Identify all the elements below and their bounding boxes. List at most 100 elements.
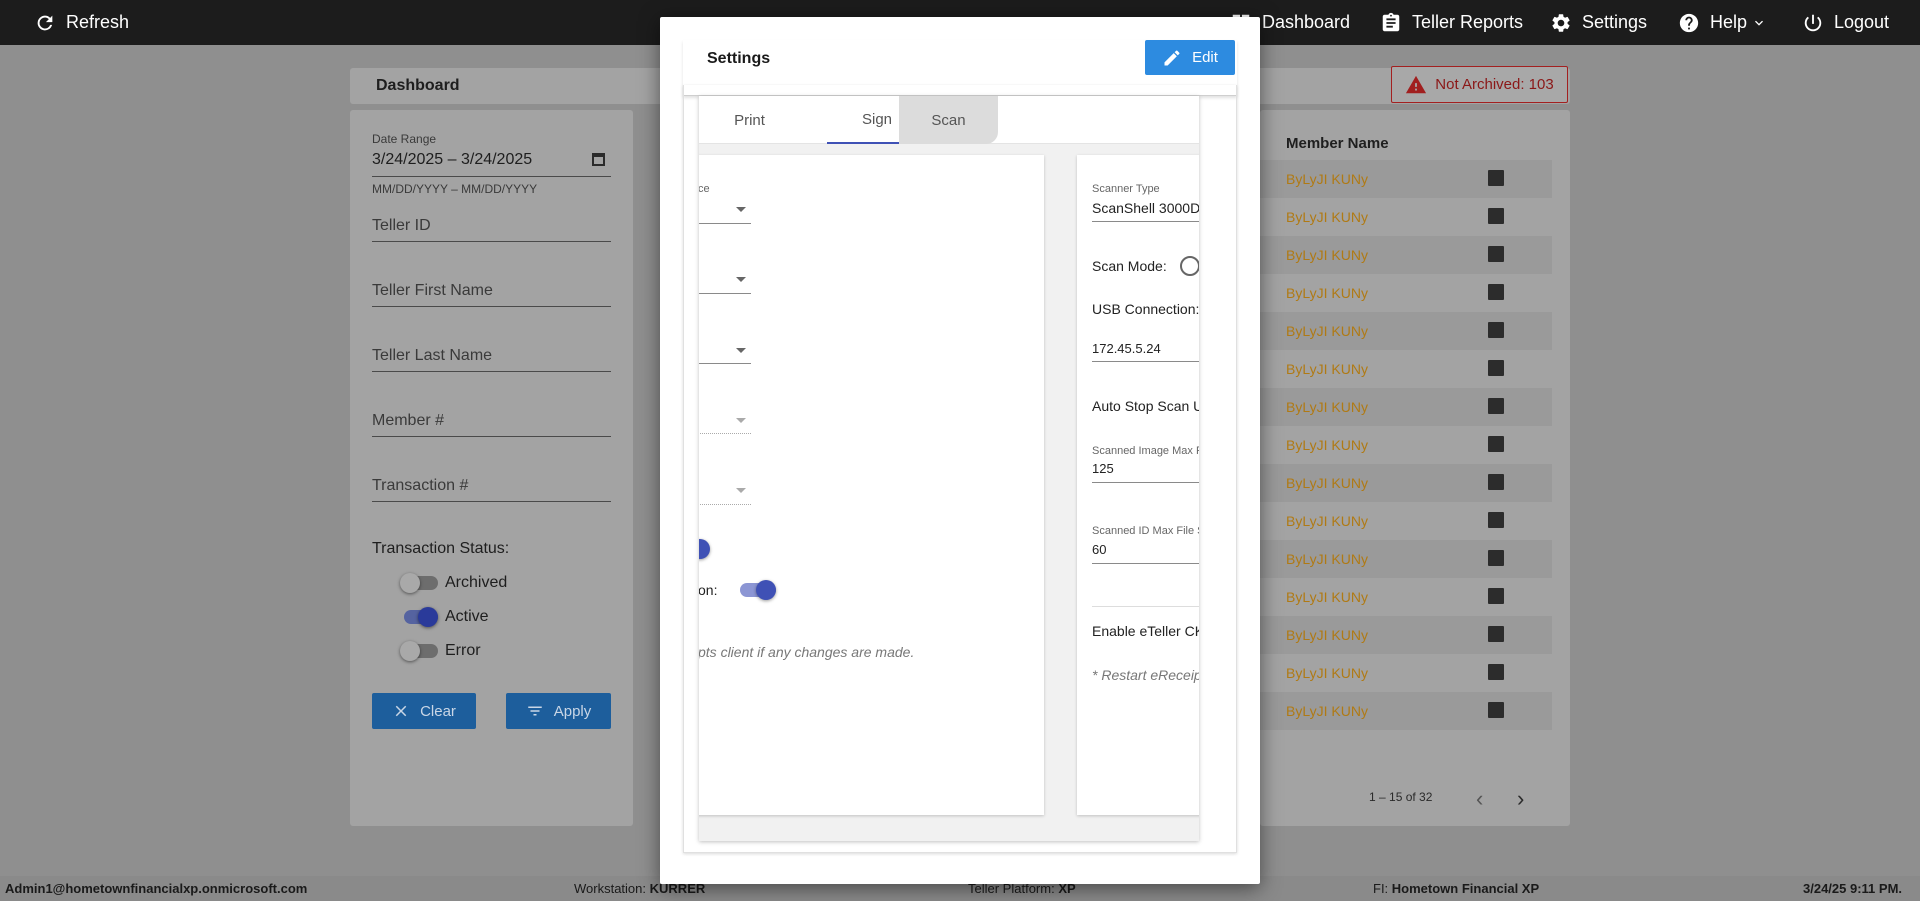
warning-icon (1406, 75, 1427, 93)
transaction-number-field[interactable]: Transaction # (372, 477, 468, 495)
sign-select-4-dropdown[interactable] (736, 418, 746, 423)
member-number-field[interactable]: Member # (372, 412, 444, 430)
table-row[interactable]: ByLyJI KUNy (1260, 578, 1552, 616)
note-icon[interactable] (1488, 246, 1504, 262)
archived-toggle-knob[interactable] (400, 573, 420, 593)
sign-toggle-2-knob[interactable] (756, 580, 776, 600)
member-name-cell[interactable]: ByLyJI KUNy (1286, 513, 1368, 529)
table-row[interactable]: ByLyJI KUNy (1260, 426, 1552, 464)
scan-mode-radio[interactable] (1180, 256, 1199, 276)
tab-scan[interactable]: Scan (899, 96, 998, 144)
not-archived-badge[interactable]: Not Archived: 103 (1391, 66, 1568, 103)
note-icon[interactable] (1488, 322, 1504, 338)
ip-address-input[interactable]: 172.45.5.24 (1092, 341, 1161, 356)
filter-icon (527, 706, 542, 716)
note-icon[interactable] (1488, 474, 1504, 490)
scan-settings-panel: Scanner Type ScanShell 3000D Scan Mode: … (1077, 155, 1199, 815)
datetime: 3/24/25 9:11 PM. (1803, 881, 1903, 896)
apply-button[interactable]: Apply (506, 693, 611, 729)
member-name-cell[interactable]: ByLyJI KUNy (1286, 551, 1368, 567)
table-row[interactable]: ByLyJI KUNy (1260, 464, 1552, 502)
note-icon[interactable] (1488, 284, 1504, 300)
member-name-header[interactable]: Member Name (1286, 135, 1389, 152)
note-icon[interactable] (1488, 398, 1504, 414)
note-icon[interactable] (1488, 208, 1504, 224)
member-name-cell[interactable]: ByLyJI KUNy (1286, 703, 1368, 719)
table-row[interactable]: ByLyJI KUNy (1260, 160, 1552, 198)
ip-address-underline (1092, 361, 1199, 362)
note-icon[interactable] (1488, 360, 1504, 376)
member-name-cell[interactable]: ByLyJI KUNy (1286, 361, 1368, 377)
table-row[interactable]: ByLyJI KUNy (1260, 692, 1552, 730)
note-icon[interactable] (1488, 436, 1504, 452)
table-row[interactable]: ByLyJI KUNy (1260, 236, 1552, 274)
tab-print[interactable]: Print (699, 96, 800, 144)
teller-last-name-underline (372, 371, 611, 372)
pencil-icon (1164, 49, 1180, 65)
note-icon[interactable] (1488, 550, 1504, 566)
member-name-cell[interactable]: ByLyJI KUNy (1286, 323, 1368, 339)
scanned-image-max-label: Scanned Image Max Fi (1092, 445, 1199, 457)
table-row[interactable]: ByLyJI KUNy (1260, 312, 1552, 350)
note-icon[interactable] (1488, 170, 1504, 186)
nav-teller-reports-label: Teller Reports (1412, 12, 1524, 32)
teller-last-name-field[interactable]: Teller Last Name (372, 347, 492, 365)
logout-button[interactable]: Logout (1802, 0, 1889, 45)
active-toggle-knob[interactable] (418, 607, 438, 627)
member-name-cell[interactable]: ByLyJI KUNy (1286, 437, 1368, 453)
table-row[interactable]: ByLyJI KUNy (1260, 274, 1552, 312)
sign-toggle-1-knob[interactable] (699, 539, 710, 559)
next-page-button[interactable]: › (1517, 786, 1524, 812)
member-name-cell[interactable]: ByLyJI KUNy (1286, 209, 1368, 225)
table-row[interactable]: ByLyJI KUNy (1260, 502, 1552, 540)
scanned-image-max-input[interactable]: 125 (1092, 461, 1114, 476)
teller-first-name-field[interactable]: Teller First Name (372, 282, 493, 300)
sign-toggle-2-label: on: (699, 582, 718, 598)
teller-id-field[interactable]: Teller ID (372, 217, 431, 235)
refresh-button[interactable]: Refresh (34, 0, 129, 45)
table-row[interactable]: ByLyJI KUNy (1260, 388, 1552, 426)
refresh-icon (37, 15, 53, 30)
member-name-cell[interactable]: ByLyJI KUNy (1286, 171, 1368, 187)
note-icon[interactable] (1488, 588, 1504, 604)
member-name-cell[interactable]: ByLyJI KUNy (1286, 589, 1368, 605)
date-range-input[interactable]: 3/24/2025 – 3/24/2025 (372, 151, 532, 169)
member-name-cell[interactable]: ByLyJI KUNy (1286, 475, 1368, 491)
member-name-cell[interactable]: ByLyJI KUNy (1286, 627, 1368, 643)
auto-stop-scan-label: Auto Stop Scan U (1092, 398, 1199, 414)
active-label: Active (445, 608, 489, 625)
sign-select-1-dropdown[interactable] (736, 207, 746, 212)
member-name-cell[interactable]: ByLyJI KUNy (1286, 665, 1368, 681)
nav-help[interactable]: Help (1678, 0, 1767, 45)
member-name-cell[interactable]: ByLyJI KUNy (1286, 247, 1368, 263)
scanned-id-max-underline (1092, 563, 1199, 564)
refresh-label: Refresh (66, 12, 130, 32)
nav-teller-reports[interactable]: Teller Reports (1380, 0, 1523, 45)
error-toggle-knob[interactable] (400, 641, 420, 661)
note-icon[interactable] (1488, 664, 1504, 680)
date-range-hint: MM/DD/YYYY – MM/DD/YYYY (372, 182, 538, 196)
transaction-number-underline (372, 501, 611, 502)
calendar-icon[interactable] (592, 153, 605, 166)
sign-select-3-dropdown[interactable] (736, 348, 746, 353)
nav-settings[interactable]: Settings (1550, 0, 1647, 45)
table-row[interactable]: ByLyJI KUNy (1260, 198, 1552, 236)
member-name-cell[interactable]: ByLyJI KUNy (1286, 285, 1368, 301)
note-icon[interactable] (1488, 626, 1504, 642)
table-row[interactable]: ByLyJI KUNy (1260, 350, 1552, 388)
help-icon (1679, 13, 1699, 32)
edit-button[interactable]: Edit (1145, 40, 1235, 75)
member-name-cell[interactable]: ByLyJI KUNy (1286, 399, 1368, 415)
note-icon[interactable] (1488, 512, 1504, 528)
prev-page-button[interactable]: ‹ (1476, 786, 1483, 812)
clear-button[interactable]: Clear (372, 693, 476, 729)
table-row[interactable]: ByLyJI KUNy (1260, 616, 1552, 654)
table-row[interactable]: ByLyJI KUNy (1260, 654, 1552, 692)
sign-select-5-dropdown[interactable] (736, 488, 746, 493)
scanner-type-select[interactable]: ScanShell 3000D (1092, 200, 1199, 216)
note-icon[interactable] (1488, 702, 1504, 718)
pager-range: 1 – 15 of 32 (1369, 790, 1433, 804)
sign-select-2-dropdown[interactable] (736, 277, 746, 282)
table-row[interactable]: ByLyJI KUNy (1260, 540, 1552, 578)
scanned-id-max-input[interactable]: 60 (1092, 542, 1106, 557)
